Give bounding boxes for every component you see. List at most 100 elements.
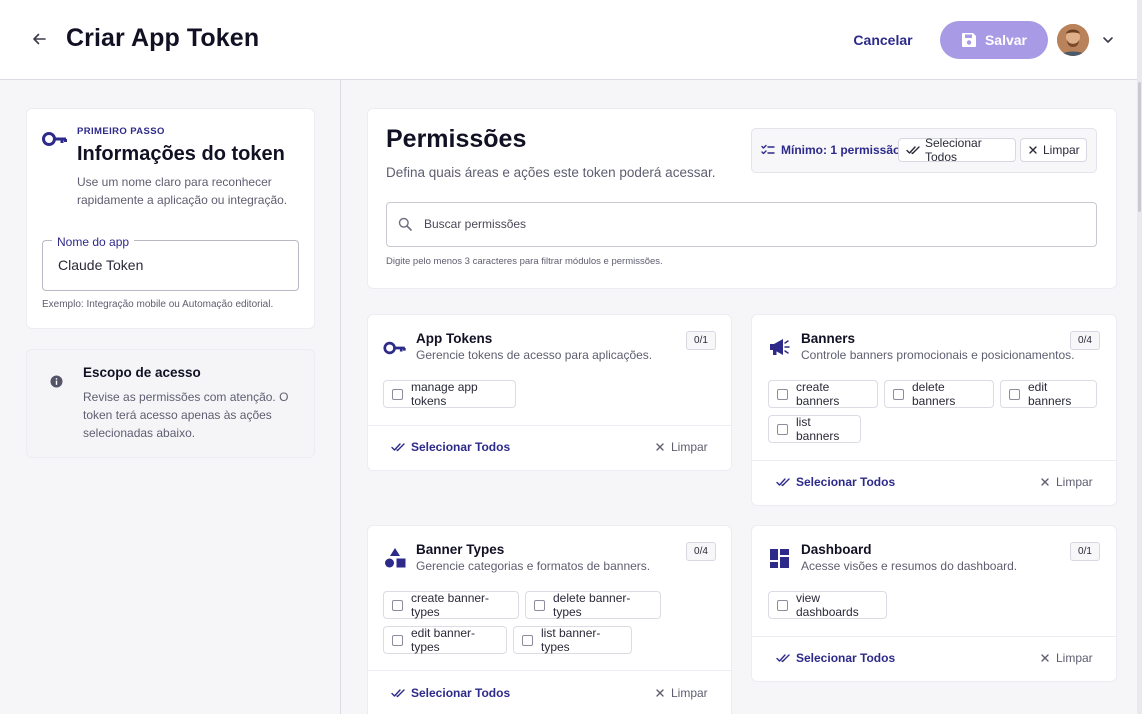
clear-label: Limpar: [1056, 475, 1093, 489]
select-all-label: Selecionar Todos: [796, 651, 896, 665]
back-arrow-icon[interactable]: [28, 28, 50, 50]
checkbox[interactable]: [777, 423, 788, 435]
double-check-icon: [391, 688, 405, 698]
scope-description: Revise as permissões com atenção. O toke…: [83, 390, 289, 440]
permission-count-badge: 0/1: [1070, 542, 1100, 561]
app-name-input[interactable]: [58, 257, 288, 273]
chevron-down-icon[interactable]: [1100, 32, 1116, 48]
permission-checkbox[interactable]: delete banner-types: [525, 591, 661, 619]
app-name-hint: Exemplo: Integração mobile ou Automação …: [42, 299, 274, 310]
select-all-button[interactable]: Selecionar Todos: [776, 651, 895, 665]
checkbox[interactable]: [1009, 388, 1020, 400]
clear-label: Limpar: [1056, 651, 1093, 665]
permission-checkbox[interactable]: edit banners: [1000, 380, 1097, 408]
checkbox[interactable]: [392, 388, 403, 400]
clear-label: Limpar: [671, 440, 708, 454]
permission-count-badge: 0/1: [686, 331, 716, 350]
floppy-disk-icon: [961, 32, 977, 48]
clear-button[interactable]: Limpar: [1040, 475, 1093, 489]
close-icon: [1028, 145, 1038, 155]
permission-label: view dashboards: [796, 591, 859, 619]
module-title: Dashboard: [801, 542, 872, 557]
permission-checkbox[interactable]: list banner-types: [513, 626, 632, 654]
scope-title: Escopo de acesso: [83, 365, 201, 380]
close-icon: [655, 442, 665, 452]
close-icon: [1040, 477, 1050, 487]
permission-checkbox[interactable]: list banners: [768, 415, 861, 443]
module-description: Acesse visões e resumos do dashboard.: [801, 559, 1018, 573]
module-title: App Tokens: [416, 331, 493, 346]
permission-checkbox[interactable]: create banner-types: [383, 591, 519, 619]
permission-checkbox[interactable]: create banners: [768, 380, 878, 408]
select-all-label: Selecionar Todos: [411, 440, 511, 454]
card-divider: [368, 425, 731, 426]
select-all-button[interactable]: Selecionar Todos: [776, 475, 895, 489]
cancel-button[interactable]: Cancelar: [848, 28, 918, 52]
clear-button[interactable]: Limpar: [655, 440, 708, 454]
search-input[interactable]: [424, 217, 1074, 231]
close-icon: [655, 688, 665, 698]
clear-label: Limpar: [671, 686, 708, 700]
permission-label: list banner-types: [541, 626, 601, 654]
permission-checkbox[interactable]: edit banner-types: [383, 626, 507, 654]
shapes-icon: [384, 547, 408, 571]
checkbox[interactable]: [534, 599, 545, 611]
checkbox[interactable]: [777, 599, 788, 611]
clear-button[interactable]: Limpar: [1040, 651, 1093, 665]
search-hint: Digite pelo menos 3 caracteres para filt…: [386, 256, 663, 267]
permissions-description: Defina quais áreas e ações este token po…: [386, 165, 716, 180]
permissions-title: Permissões: [386, 125, 527, 153]
permission-label: edit banners: [1028, 380, 1072, 408]
step-label: PRIMEIRO PASSO: [77, 126, 165, 137]
checklist-icon: [761, 143, 775, 157]
select-all-label: Selecionar Todos: [796, 475, 896, 489]
select-all-label: Selecionar Todos: [411, 686, 511, 700]
card-divider: [368, 670, 731, 671]
permission-label: create banner-types: [411, 591, 490, 619]
permission-count-badge: 0/4: [686, 542, 716, 561]
permission-checkbox[interactable]: delete banners: [884, 380, 994, 408]
clear-button[interactable]: Limpar: [655, 686, 708, 700]
permission-label: edit banner-types: [411, 626, 476, 654]
close-icon: [1040, 653, 1050, 663]
checkbox[interactable]: [392, 599, 403, 611]
double-check-icon: [776, 477, 790, 487]
app-name-label: Nome do app: [52, 235, 135, 249]
clear-permissions-label: Limpar: [1043, 143, 1080, 157]
search-icon: [398, 217, 412, 231]
key-icon: [42, 130, 68, 148]
card-divider: [752, 460, 1116, 461]
user-avatar[interactable]: [1057, 24, 1089, 56]
clear-permissions-button[interactable]: Limpar: [1020, 138, 1087, 162]
permission-label: list banners: [796, 415, 840, 443]
megaphone-icon: [768, 337, 792, 361]
checkbox[interactable]: [522, 634, 533, 646]
module-description: Controle banners promocionais e posicion…: [801, 348, 1075, 362]
info-icon: [50, 375, 63, 388]
select-all-permissions-label: Selecionar Todos: [925, 136, 982, 164]
key-icon: [383, 340, 407, 364]
info-card-description: Use um nome claro para reconhecer rapida…: [77, 175, 288, 207]
permission-label: create banners: [796, 380, 840, 408]
permission-checkbox[interactable]: manage app tokens: [383, 380, 516, 408]
checkbox[interactable]: [777, 388, 788, 400]
save-button[interactable]: Salvar: [940, 21, 1048, 59]
scrollbar-thumb[interactable]: [1138, 82, 1141, 212]
minimum-permission-label: Mínimo: 1 permissão: [781, 143, 901, 157]
module-title: Banners: [801, 331, 856, 346]
module-description: Gerencie categorias e formatos de banner…: [416, 559, 651, 573]
select-all-button[interactable]: Selecionar Todos: [391, 440, 510, 454]
module-title: Banner Types: [416, 542, 505, 557]
page-title: Criar App Token: [66, 24, 260, 52]
checkbox[interactable]: [392, 634, 403, 646]
permission-count-badge: 0/4: [1070, 331, 1100, 350]
permission-label: delete banner-types: [553, 591, 631, 619]
card-divider: [752, 636, 1116, 637]
select-all-button[interactable]: Selecionar Todos: [391, 686, 510, 700]
double-check-icon: [776, 653, 790, 663]
dashboard-icon: [770, 549, 794, 573]
checkbox[interactable]: [893, 388, 904, 400]
permission-label: manage app tokens: [411, 380, 478, 408]
select-all-permissions-button[interactable]: Selecionar Todos: [898, 136, 1016, 164]
permission-checkbox[interactable]: view dashboards: [768, 591, 887, 619]
